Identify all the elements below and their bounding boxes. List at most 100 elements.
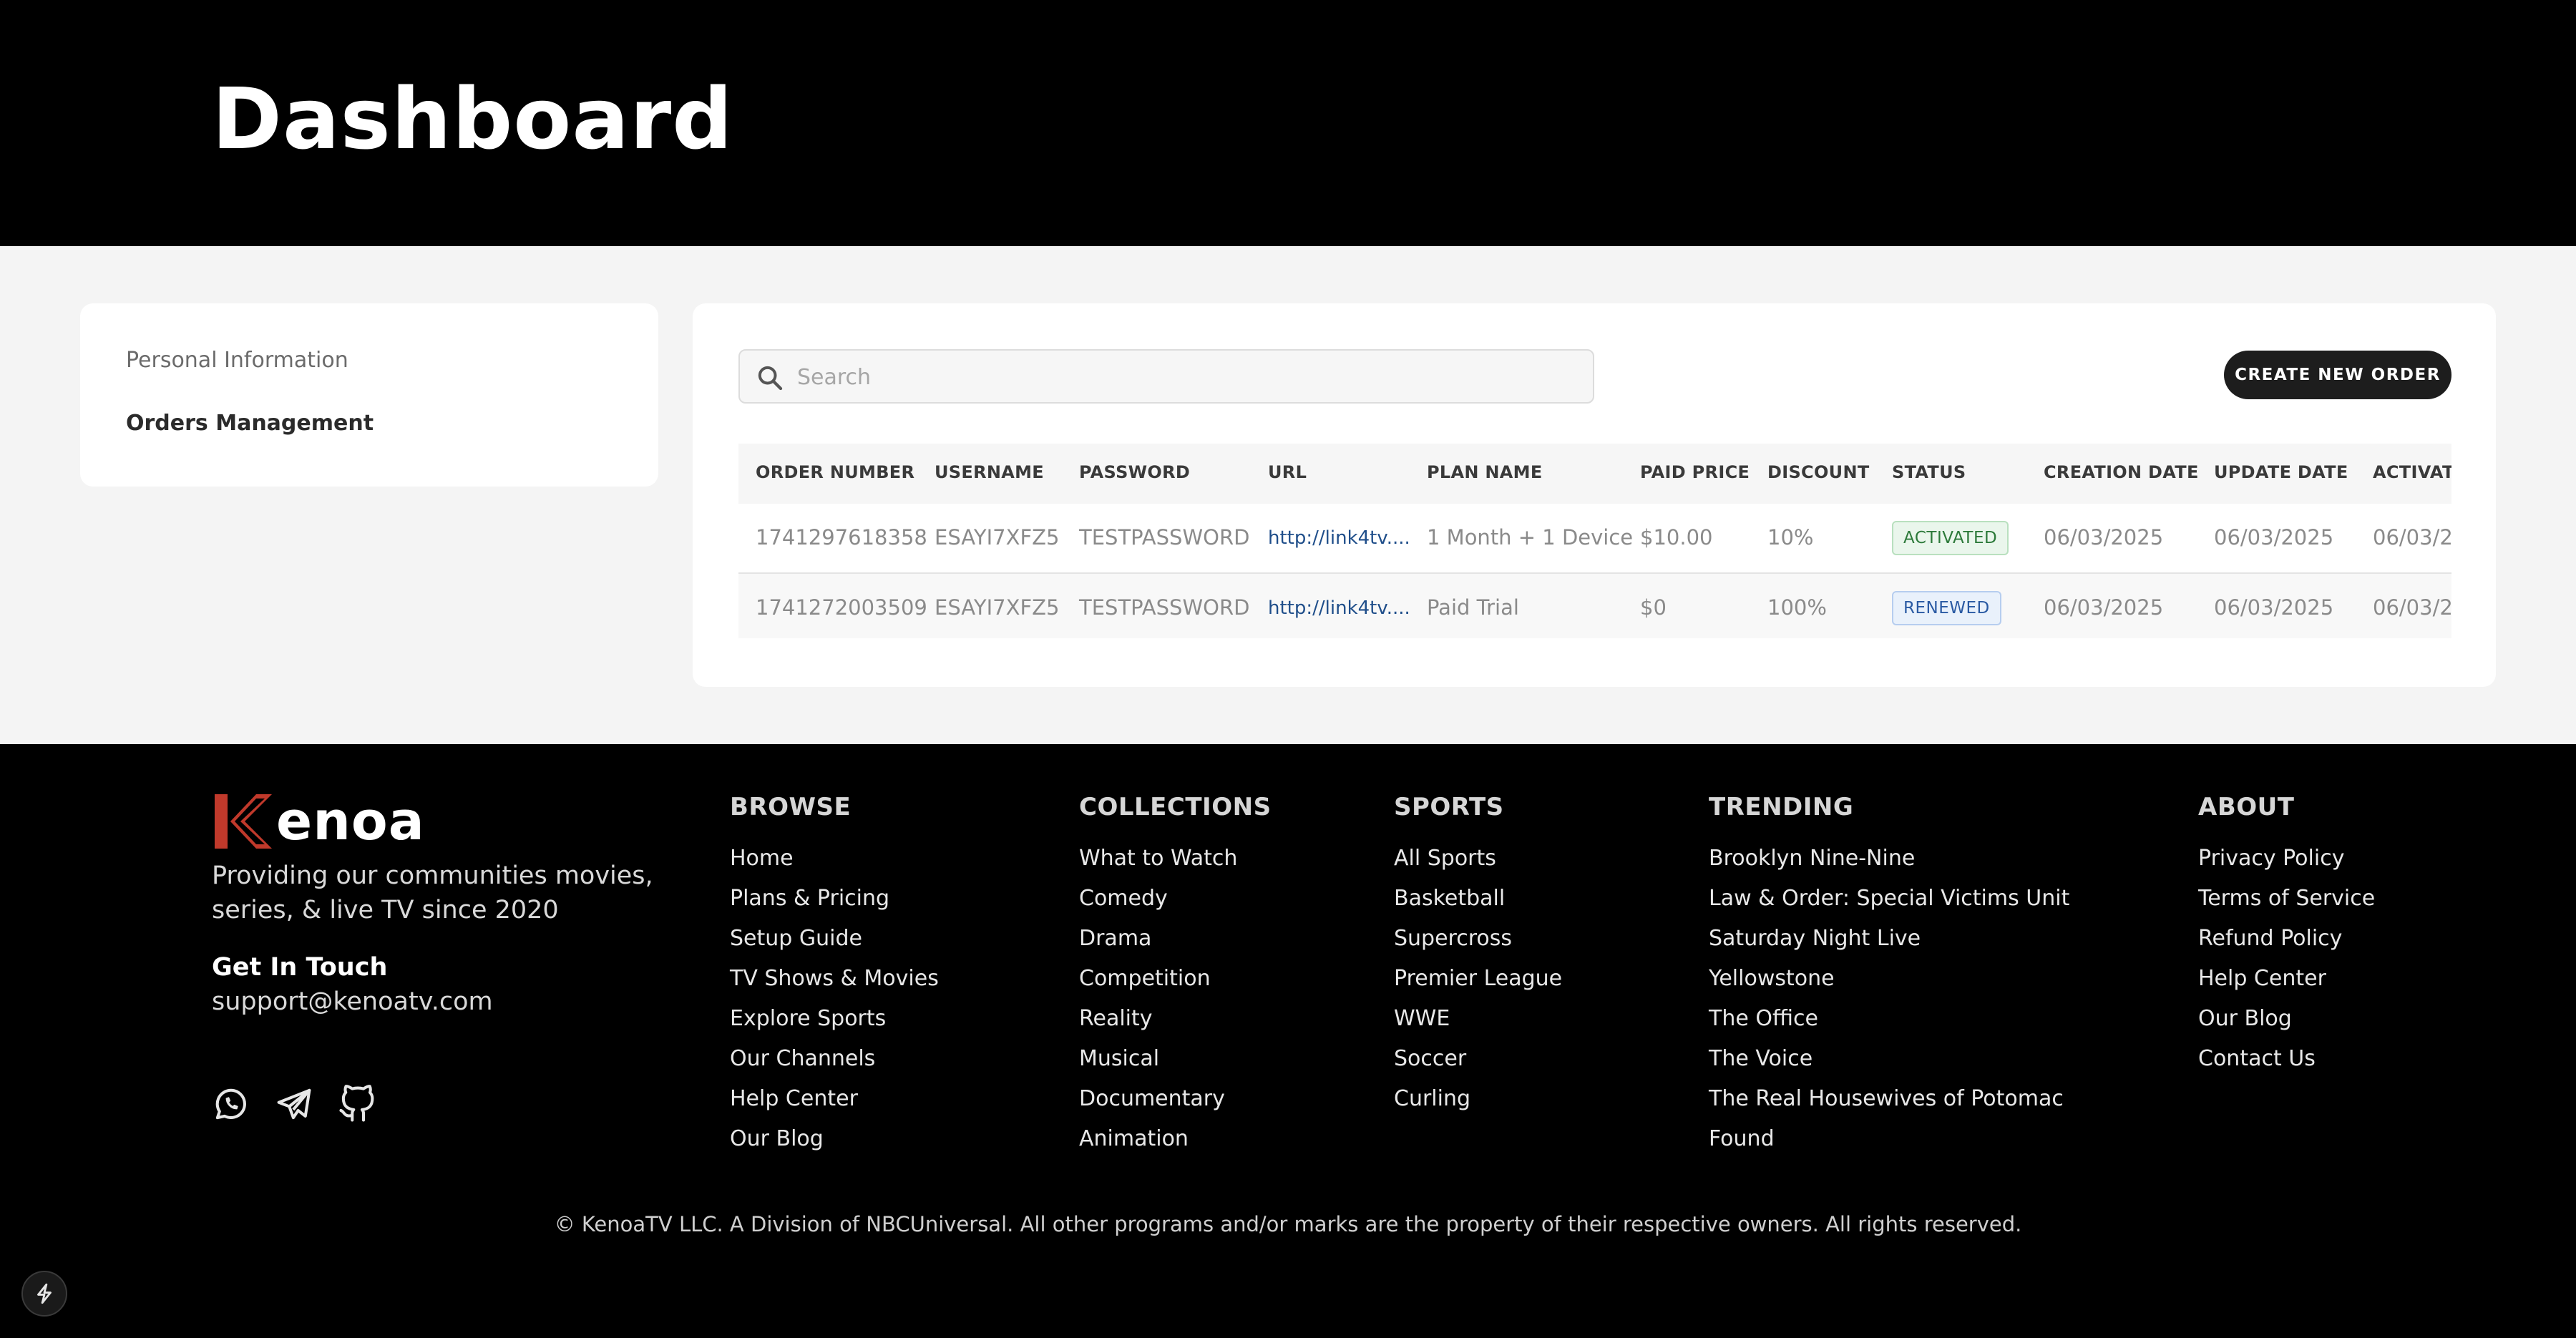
sidebar: Personal Information Orders Management	[80, 303, 658, 487]
footer-column-trending: TRENDING Brooklyn Nine-Nine Law & Order:…	[1709, 793, 2069, 1159]
column-header-order-number[interactable]: ORDER NUMBER	[756, 462, 914, 482]
column-header-activation-date[interactable]: ACTIVATIO	[2373, 462, 2451, 482]
footer-link-tv-shows-movies[interactable]: TV Shows & Movies	[730, 959, 939, 999]
cell-password: TESTPASSWORD	[1079, 595, 1250, 620]
footer-link-the-office[interactable]: The Office	[1709, 999, 2069, 1039]
create-new-order-button[interactable]: CREATE NEW ORDER	[2224, 351, 2451, 399]
cell-url-link[interactable]: http://link4tv....	[1268, 597, 1410, 619]
footer-link-terms-of-service[interactable]: Terms of Service	[2198, 879, 2375, 919]
cell-url-link[interactable]: http://link4tv....	[1268, 527, 1410, 549]
footer-link-refund-policy[interactable]: Refund Policy	[2198, 919, 2375, 959]
footer-link-our-blog[interactable]: Our Blog	[2198, 999, 2375, 1039]
column-header-plan-name[interactable]: PLAN NAME	[1427, 462, 1543, 482]
footer-link-all-sports[interactable]: All Sports	[1394, 839, 1562, 879]
footer-link-comedy[interactable]: Comedy	[1079, 879, 1272, 919]
kenoa-k-logo-icon	[215, 794, 272, 849]
cell-username: ESAYI7XFZ5	[935, 595, 1060, 620]
footer-tagline: Providing our communities movies, series…	[212, 861, 653, 924]
footer-link-help-center[interactable]: Help Center	[2198, 959, 2375, 999]
column-header-creation-date[interactable]: CREATION DATE	[2044, 462, 2199, 482]
github-icon[interactable]	[338, 1085, 376, 1123]
sidebar-item-orders-management[interactable]: Orders Management	[126, 411, 374, 436]
dev-tools-bolt-button[interactable]	[21, 1271, 67, 1317]
get-in-touch-heading: Get In Touch	[212, 953, 388, 982]
column-header-password[interactable]: PASSWORD	[1079, 462, 1190, 482]
footer-link-documentary[interactable]: Documentary	[1079, 1079, 1272, 1119]
footer-link-law-and-order-svu[interactable]: Law & Order: Special Victims Unit	[1709, 879, 2069, 919]
cell-discount: 10%	[1767, 525, 1814, 550]
footer-link-found[interactable]: Found	[1709, 1119, 2069, 1159]
orders-panel: CREATE NEW ORDER ORDER NUMBER USERNAME P…	[693, 303, 2496, 687]
footer-column-sports: SPORTS All Sports Basketball Supercross …	[1394, 793, 1562, 1119]
support-email-link[interactable]: support@kenoatv.com	[212, 987, 493, 1016]
footer-link-plans-pricing[interactable]: Plans & Pricing	[730, 879, 939, 919]
sidebar-item-personal-information[interactable]: Personal Information	[126, 348, 348, 373]
footer-link-saturday-night-live[interactable]: Saturday Night Live	[1709, 919, 2069, 959]
status-badge: RENEWED	[1892, 591, 2001, 625]
telegram-icon[interactable]	[275, 1085, 313, 1123]
footer-link-premier-league[interactable]: Premier League	[1394, 959, 1562, 999]
status-badge: ACTIVATED	[1892, 521, 2009, 555]
search-box[interactable]	[738, 349, 1594, 404]
table-row[interactable]: 1741272003509 ESAYI7XFZ5 TESTPASSWORD ht…	[738, 574, 2451, 638]
footer-link-drama[interactable]: Drama	[1079, 919, 1272, 959]
footer-link-soccer[interactable]: Soccer	[1394, 1039, 1562, 1079]
footer-link-our-channels[interactable]: Our Channels	[730, 1039, 939, 1079]
copyright-text: © KenoaTV LLC. A Division of NBCUniversa…	[554, 1212, 2022, 1236]
column-header-username[interactable]: USERNAME	[935, 462, 1044, 482]
column-header-discount[interactable]: DISCOUNT	[1767, 462, 1870, 482]
table-row[interactable]: 1741297618358 ESAYI7XFZ5 TESTPASSWORD ht…	[738, 504, 2451, 574]
footer-link-yellowstone[interactable]: Yellowstone	[1709, 959, 2069, 999]
footer-heading-about: ABOUT	[2198, 793, 2295, 821]
footer-link-reality[interactable]: Reality	[1079, 999, 1272, 1039]
footer-link-contact-us[interactable]: Contact Us	[2198, 1039, 2375, 1079]
brand-wordmark: enoa	[276, 791, 425, 852]
footer-column-about: ABOUT Privacy Policy Terms of Service Re…	[2198, 793, 2375, 1079]
footer-heading-trending: TRENDING	[1709, 793, 1854, 821]
footer-link-musical[interactable]: Musical	[1079, 1039, 1272, 1079]
table-header: ORDER NUMBER USERNAME PASSWORD URL PLAN …	[738, 444, 2451, 504]
footer-link-explore-sports[interactable]: Explore Sports	[730, 999, 939, 1039]
footer-link-supercross[interactable]: Supercross	[1394, 919, 1562, 959]
footer-link-help-center[interactable]: Help Center	[730, 1079, 939, 1119]
footer-link-brooklyn-nine-nine[interactable]: Brooklyn Nine-Nine	[1709, 839, 2069, 879]
cell-update-date: 06/03/2025	[2214, 595, 2334, 620]
footer-column-collections: COLLECTIONS What to Watch Comedy Drama C…	[1079, 793, 1272, 1159]
cell-activation-date: 06/03/20	[2373, 525, 2451, 550]
kenoa-logo[interactable]: enoa	[212, 791, 425, 852]
site-footer: enoa Providing our communities movies, s…	[0, 744, 2576, 1338]
page-title: Dashboard	[212, 69, 733, 168]
column-header-update-date[interactable]: UPDATE DATE	[2214, 462, 2348, 482]
footer-link-curling[interactable]: Curling	[1394, 1079, 1562, 1119]
column-header-status[interactable]: STATUS	[1892, 462, 1966, 482]
page-header: Dashboard	[0, 0, 2576, 246]
search-input[interactable]	[797, 359, 1570, 395]
cell-creation-date: 06/03/2025	[2044, 525, 2164, 550]
cell-password: TESTPASSWORD	[1079, 525, 1250, 550]
cell-paid-price: $0	[1640, 595, 1667, 620]
footer-link-animation[interactable]: Animation	[1079, 1119, 1272, 1159]
footer-link-the-voice[interactable]: The Voice	[1709, 1039, 2069, 1079]
footer-link-real-housewives-potomac[interactable]: The Real Housewives of Potomac	[1709, 1079, 2069, 1119]
footer-link-setup-guide[interactable]: Setup Guide	[730, 919, 939, 959]
column-header-paid-price[interactable]: PAID PRICE	[1640, 462, 1750, 482]
orders-table: ORDER NUMBER USERNAME PASSWORD URL PLAN …	[738, 444, 2451, 638]
column-header-url[interactable]: URL	[1268, 462, 1307, 482]
cell-activation-date: 06/03/20	[2373, 595, 2451, 620]
cell-plan-name: 1 Month + 1 Device	[1427, 525, 1634, 550]
footer-column-browse: BROWSE Home Plans & Pricing Setup Guide …	[730, 793, 939, 1159]
footer-link-what-to-watch[interactable]: What to Watch	[1079, 839, 1272, 879]
footer-link-competition[interactable]: Competition	[1079, 959, 1272, 999]
social-links	[212, 1085, 376, 1123]
whatsapp-icon[interactable]	[212, 1085, 250, 1123]
footer-link-wwe[interactable]: WWE	[1394, 999, 1562, 1039]
footer-link-home[interactable]: Home	[730, 839, 939, 879]
footer-link-basketball[interactable]: Basketball	[1394, 879, 1562, 919]
footer-heading-collections: COLLECTIONS	[1079, 793, 1272, 821]
search-icon	[758, 366, 783, 391]
cell-order-number: 1741272003509	[756, 595, 927, 620]
footer-link-privacy-policy[interactable]: Privacy Policy	[2198, 839, 2375, 879]
footer-link-our-blog[interactable]: Our Blog	[730, 1119, 939, 1159]
main-content: Personal Information Orders Management C…	[0, 246, 2576, 744]
cell-username: ESAYI7XFZ5	[935, 525, 1060, 550]
